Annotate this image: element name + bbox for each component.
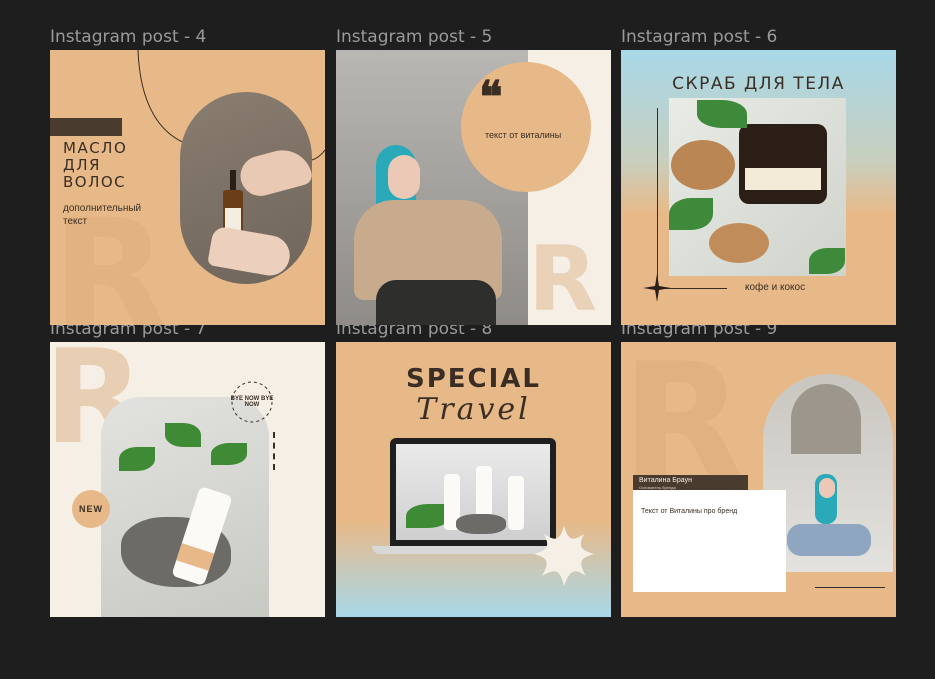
circle-text: BYE NOW BYE NOW (230, 396, 274, 408)
leaf-icon (669, 198, 713, 230)
bottle-icon (508, 476, 524, 530)
quote-circle: ❝ текст от виталины (461, 62, 591, 192)
sparkle-icon (643, 274, 671, 302)
post-5-frame[interactable]: R ❝ текст от виталины (336, 50, 611, 325)
title-line: МАСЛО (63, 139, 128, 157)
arch-shape (791, 384, 861, 454)
post-8-title: SPECIAL (406, 364, 541, 394)
post-4-frame[interactable]: R МАСЛО ДЛЯ ВОЛОС дополнительный текст (50, 50, 325, 325)
leaf-icon (809, 248, 845, 274)
title-line: ВОЛОС (63, 173, 127, 191)
subtitle-line: текст (63, 216, 88, 227)
post-7-frame[interactable]: R BYE NOW BYE NOW NEW (50, 342, 325, 617)
wood-slice-icon (709, 223, 769, 263)
leaf-icon (211, 443, 247, 465)
post-4-subtitle: дополнительный текст (63, 202, 141, 228)
post-6-title: СКРАБ ДЛЯ ТЕЛА (672, 74, 845, 94)
star-burst-icon (534, 526, 594, 586)
vertical-line (657, 108, 658, 288)
jeans-shape (787, 524, 871, 556)
bottle-stripe (176, 543, 215, 571)
person-name: Виталина Браун (639, 477, 692, 484)
frame-label-post-5[interactable]: Instagram post - 5 (336, 27, 492, 47)
jar-label (745, 168, 821, 190)
dropper-icon (230, 170, 236, 192)
frame-label-post-4[interactable]: Instagram post - 4 (50, 27, 206, 47)
leaf-icon (165, 423, 201, 447)
card-text: Текст от Виталины про бренд (641, 508, 738, 515)
new-badge: NEW (72, 490, 110, 528)
leaf-icon (119, 447, 155, 471)
stone-icon (456, 514, 506, 534)
face-shape (388, 155, 420, 199)
product-photo (180, 92, 314, 284)
horizontal-line (815, 587, 885, 588)
post-6-frame[interactable]: СКРАБ ДЛЯ ТЕЛА кофе и кокос (621, 50, 896, 325)
subtitle-line: дополнительный (63, 203, 142, 214)
jar-icon (739, 124, 827, 204)
post-8-frame[interactable]: SPECIAL Travel (336, 342, 611, 617)
bottle-label (225, 208, 241, 230)
laptop-screen (396, 444, 550, 540)
product-photo (669, 98, 846, 276)
leaf-icon (697, 100, 747, 128)
dashed-line (273, 432, 277, 470)
text-card: Текст от Виталины про бренд (633, 490, 786, 592)
hand-icon (207, 225, 293, 279)
post-6-caption: кофе и кокос (745, 282, 806, 293)
hand-icon (236, 143, 314, 201)
post-9-frame[interactable]: R Виталина Браун Основатель бренда Текст… (621, 342, 896, 617)
post-8-script: Travel (416, 392, 531, 427)
brand-monogram-watermark: R (528, 227, 598, 325)
accent-bar (50, 118, 122, 136)
frame-label-post-6[interactable]: Instagram post - 6 (621, 27, 777, 47)
post-4-title: МАСЛО ДЛЯ ВОЛОС (63, 140, 127, 191)
face-shape (819, 478, 835, 498)
wood-slice-icon (671, 140, 735, 190)
circular-text-badge: BYE NOW BYE NOW (222, 372, 282, 432)
quote-icon: ❝ (479, 72, 503, 123)
chair-shape (376, 280, 496, 325)
quote-text: текст от виталины (485, 130, 562, 140)
title-line: ДЛЯ (63, 156, 101, 174)
